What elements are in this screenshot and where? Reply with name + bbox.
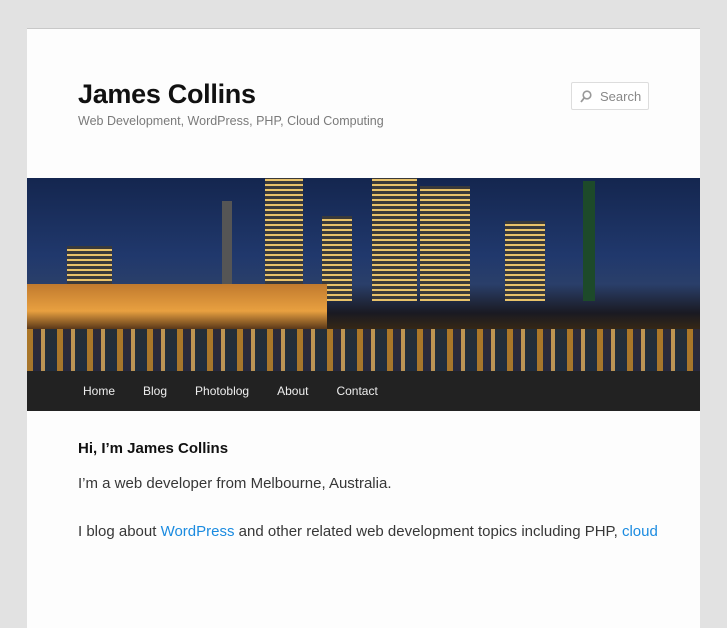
cloud-link[interactable]: cloud	[622, 523, 658, 540]
post-heading: Hi, I’m James Collins	[78, 440, 229, 457]
nav-home[interactable]: Home	[69, 384, 129, 398]
site-description: Web Development, WordPress, PHP, Cloud C…	[78, 114, 384, 128]
nav-blog[interactable]: Blog	[129, 384, 181, 398]
intro-paragraph: I’m a web developer from Melbourne, Aust…	[78, 475, 392, 492]
text: and other related web development topics…	[234, 523, 622, 540]
main-nav: Home Blog Photoblog About Contact	[27, 371, 700, 411]
site-title[interactable]: James Collins	[78, 79, 256, 110]
nav-contact[interactable]: Contact	[322, 384, 391, 398]
page: James Collins Web Development, WordPress…	[27, 28, 700, 628]
header-image	[27, 178, 700, 371]
search-input[interactable]: Search	[571, 82, 649, 110]
search-icon	[580, 89, 592, 103]
text: I blog about	[78, 523, 161, 540]
nav-photoblog[interactable]: Photoblog	[181, 384, 263, 398]
blog-paragraph: I blog about WordPress and other related…	[78, 523, 658, 540]
nav-about[interactable]: About	[263, 384, 322, 398]
wordpress-link[interactable]: WordPress	[161, 523, 235, 540]
search-placeholder: Search	[600, 88, 642, 104]
